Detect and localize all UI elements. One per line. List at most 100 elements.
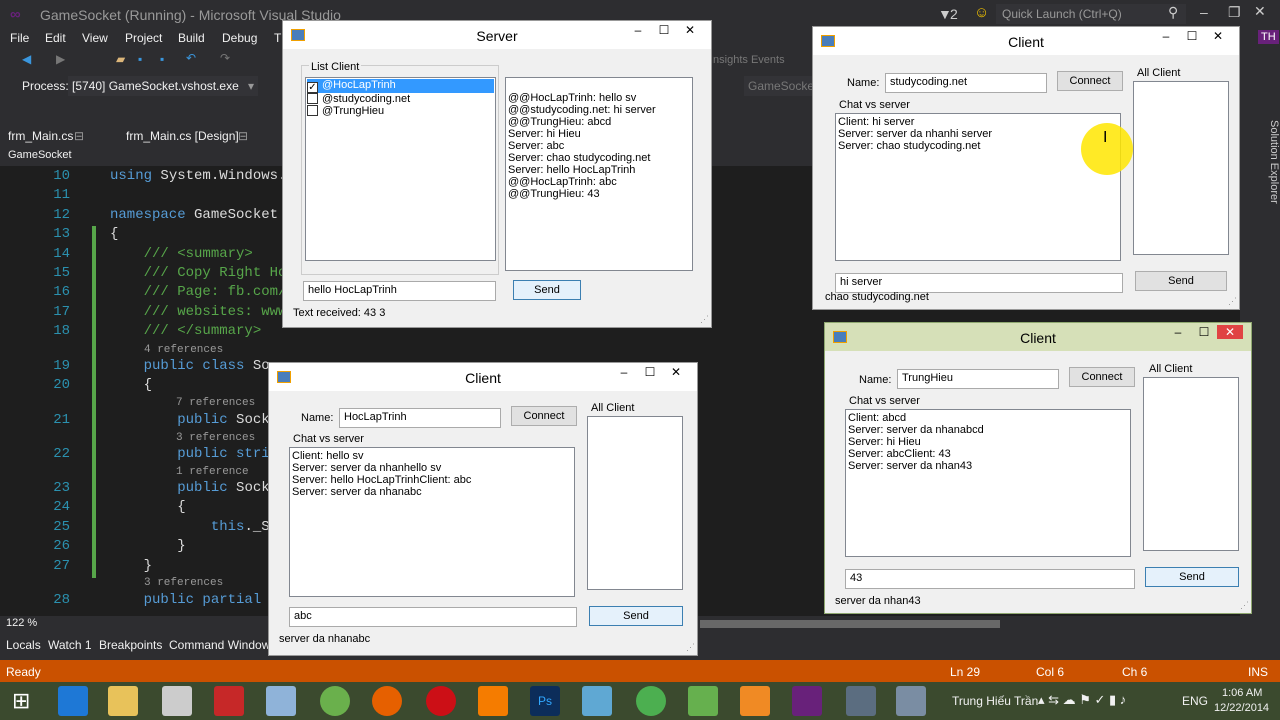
photoshop-icon[interactable]: Ps (530, 686, 560, 716)
code-lens-references[interactable]: 4 references (144, 344, 223, 356)
maximize-icon[interactable]: ☐ (1191, 325, 1217, 339)
forward-icon[interactable]: ▶ (56, 52, 65, 66)
nav-dropdown[interactable]: GameSocket (8, 149, 72, 161)
name-dropdown[interactable]: GameSocket (744, 76, 817, 96)
resize-grip-icon[interactable]: ⋰ (1228, 296, 1237, 307)
menu-tools[interactable]: T (274, 31, 281, 45)
tab-watch1[interactable]: Watch 1 (48, 638, 92, 652)
message-input[interactable]: abc (289, 607, 577, 627)
maximize-icon[interactable]: ☐ (637, 365, 663, 379)
close-icon[interactable]: ✕ (677, 23, 703, 37)
firefox-icon[interactable] (372, 686, 402, 716)
back-icon[interactable]: ◀ (22, 52, 31, 66)
tab-frm-main-cs[interactable]: frm_Main.cs (8, 129, 73, 143)
all-client-list[interactable] (1133, 81, 1229, 255)
minimize-icon[interactable]: – (625, 23, 651, 37)
zoom-level[interactable]: 122 % (6, 617, 37, 629)
visual-studio-taskbar-icon[interactable] (792, 686, 822, 716)
save-icon[interactable]: ▪ (138, 52, 142, 66)
send-button[interactable]: Send (1135, 271, 1227, 291)
client-checklist[interactable]: ✓ @HocLapTrinh @studycoding.net @TrungHie… (305, 77, 496, 261)
vlc-icon[interactable] (478, 686, 508, 716)
media-icon[interactable] (214, 686, 244, 716)
process-dropdown[interactable]: [5740] GameSocket.vshost.exe ▾ (68, 76, 258, 96)
tab-frm-main-design[interactable]: frm_Main.cs [Design] (126, 129, 239, 143)
client-title-bar[interactable]: Client – ☐ ✕ (269, 363, 697, 391)
menu-debug[interactable]: Debug (222, 31, 257, 45)
client-item[interactable]: @TrungHieu (307, 105, 494, 117)
close-icon[interactable]: ✕ (1254, 3, 1266, 20)
file-explorer-icon[interactable] (108, 686, 138, 716)
server-send-button[interactable]: Send (513, 280, 581, 300)
checkbox-checked-icon[interactable]: ✓ (307, 82, 318, 93)
client-window-studycoding[interactable]: Client – ☐ ✕ Name: studycoding.net Connect… (812, 26, 1240, 310)
connect-button[interactable]: Connect (511, 406, 577, 426)
menu-edit[interactable]: Edit (45, 31, 66, 45)
close-icon[interactable]: ✕ (663, 365, 689, 379)
notepadplus-icon[interactable] (688, 686, 718, 716)
insights-events[interactable]: Insights Events (710, 54, 785, 66)
client-window-hoclaptrinh[interactable]: Client – ☐ ✕ Name: HocLapTrinh Connect All… (268, 362, 698, 656)
clock-date[interactable]: 12/22/2014 (1214, 702, 1269, 714)
close-icon[interactable]: ✕ (1205, 29, 1231, 43)
client-title-bar[interactable]: Client – ☐ ✕ (813, 27, 1239, 55)
code-lens-references[interactable]: 3 references (176, 432, 255, 444)
server-title-bar[interactable]: Server – ☐ ✕ (283, 21, 711, 49)
tray-icons[interactable]: ▴ ⇆ ☁ ⚑ ✓ ▮ ♪ (1038, 692, 1126, 708)
server-message-input[interactable]: hello HocLapTrinh (303, 281, 496, 301)
paint-icon[interactable] (162, 686, 192, 716)
minimize-icon[interactable]: – (1165, 325, 1191, 339)
all-client-list[interactable] (1143, 377, 1239, 551)
pin-icon[interactable]: ⊟ (74, 129, 84, 143)
send-button[interactable]: Send (589, 606, 683, 626)
code-lens-references[interactable]: 7 references (176, 397, 255, 409)
maximize-icon[interactable]: ☐ (651, 23, 677, 37)
menu-file[interactable]: File (10, 31, 29, 45)
all-client-list[interactable] (587, 416, 683, 590)
resize-grip-icon[interactable]: ⋰ (700, 314, 709, 325)
clock-time[interactable]: 1:06 AM (1222, 687, 1262, 699)
server-log[interactable]: @@HocLapTrinh: hello sv @@studycoding.ne… (505, 77, 693, 271)
client-item[interactable]: ✓ @HocLapTrinh (307, 79, 494, 93)
code-lens-references[interactable]: 3 references (144, 577, 223, 589)
taskbar-user-name[interactable]: Trung Hiếu Trần (952, 694, 1038, 708)
client-item[interactable]: @studycoding.net (307, 93, 494, 105)
minimize-icon[interactable]: – (611, 365, 637, 379)
undo-icon[interactable]: ↶ (186, 51, 196, 65)
chat-log[interactable]: Client: abcd Server: server da nhanabcd … (845, 409, 1131, 557)
menu-project[interactable]: Project (125, 31, 162, 45)
close-icon[interactable]: ✕ (1217, 325, 1243, 339)
chrome-icon[interactable] (636, 686, 666, 716)
connect-button[interactable]: Connect (1057, 71, 1123, 91)
resize-grip-icon[interactable]: ⋰ (686, 642, 695, 653)
tab-breakpoints[interactable]: Breakpoints (99, 638, 162, 652)
winform-app-icon[interactable] (846, 686, 876, 716)
start-windows-icon[interactable]: ⊞ (12, 688, 30, 714)
recorder-icon[interactable] (740, 686, 770, 716)
tools-icon[interactable] (266, 686, 296, 716)
minimize-icon[interactable]: – (1200, 4, 1208, 20)
client-title-bar[interactable]: Client – ☐ ✕ (825, 323, 1251, 351)
language-indicator[interactable]: ENG (1182, 694, 1208, 708)
user-avatar[interactable]: TH (1258, 30, 1279, 44)
menu-build[interactable]: Build (178, 31, 205, 45)
open-folder-icon[interactable]: ▰ (116, 52, 125, 66)
chat-log[interactable]: Client: hello sv Server: server da nhanh… (289, 447, 575, 597)
scroll-thumb[interactable] (700, 620, 1000, 628)
chat-log[interactable]: Client: hi server Server: server da nhan… (835, 113, 1121, 261)
message-input[interactable]: hi server (835, 273, 1123, 293)
send-button[interactable]: Send (1145, 567, 1239, 587)
pin-icon[interactable]: ⊟ (238, 129, 248, 143)
minimize-icon[interactable]: – (1153, 29, 1179, 43)
checkbox-icon[interactable] (307, 105, 318, 116)
maximize-icon[interactable]: ☐ (1179, 29, 1205, 43)
quick-launch-input[interactable]: Quick Launch (Ctrl+Q) (996, 4, 1186, 24)
save-all-icon[interactable]: ▪ (160, 52, 164, 66)
opera-icon[interactable] (426, 686, 456, 716)
name-input[interactable]: studycoding.net (885, 73, 1047, 93)
feedback-smiley-icon[interactable]: ☺ (974, 4, 989, 21)
resize-grip-icon[interactable]: ⋰ (1240, 600, 1249, 611)
name-input[interactable]: HocLapTrinh (339, 408, 501, 428)
internet-explorer-icon[interactable] (58, 686, 88, 716)
code-lens-references[interactable]: 1 reference (176, 466, 249, 478)
